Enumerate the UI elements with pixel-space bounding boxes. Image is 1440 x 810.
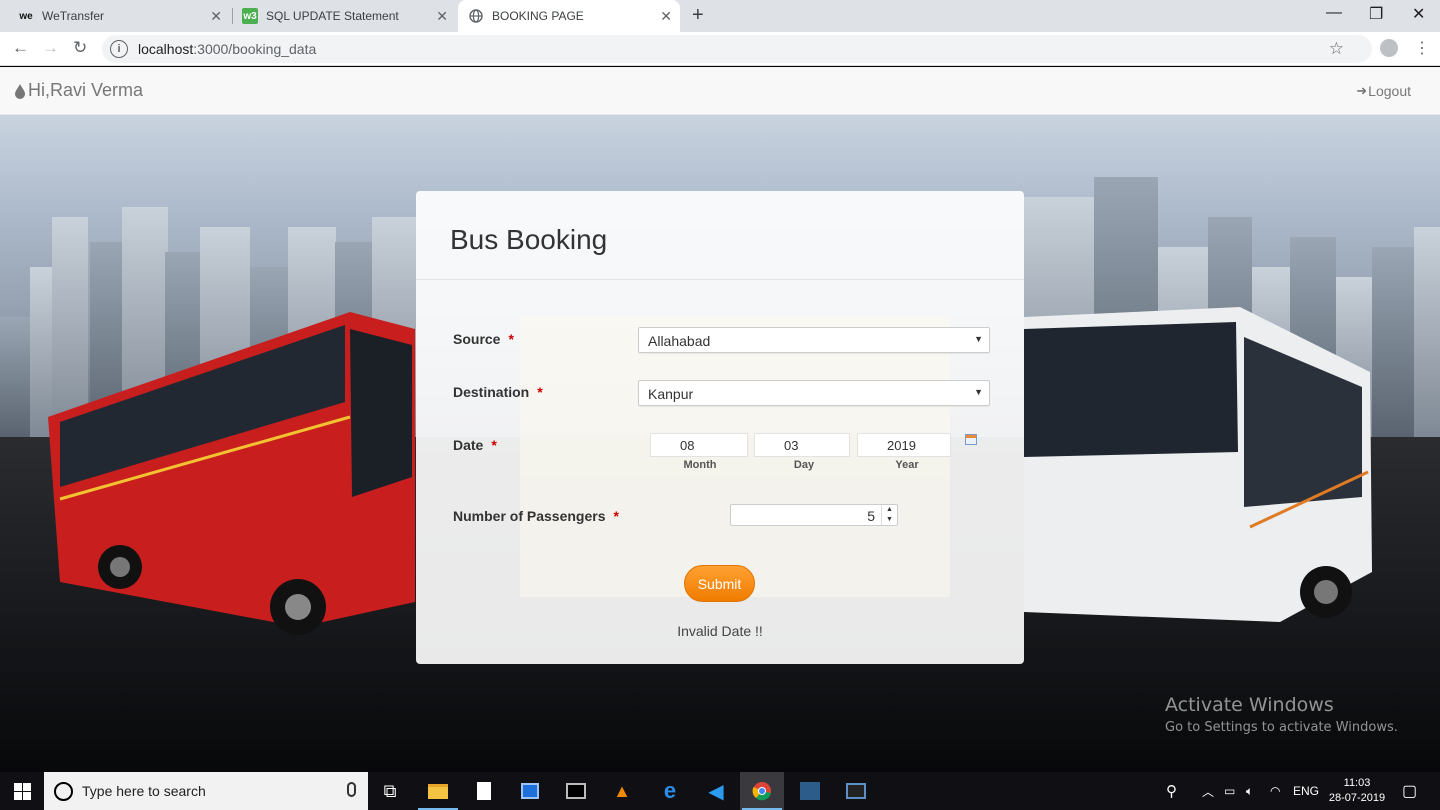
logout-label: Logout [1368, 83, 1411, 99]
form-title: Bus Booking [450, 224, 608, 255]
date-label: Date * [453, 437, 497, 453]
tab-label: BOOKING PAGE [492, 9, 584, 23]
chrome-icon[interactable] [740, 772, 784, 810]
people-icon[interactable]: ⚲ [1166, 772, 1177, 810]
forward-arrow-icon[interactable]: → [42, 38, 59, 58]
spinner-up-icon[interactable]: ▲ [882, 505, 897, 515]
logout-link[interactable]: ➜ Logout [1356, 83, 1411, 99]
close-icon[interactable]: ✕ [660, 8, 672, 25]
log-in-arrow-icon: ➜ [1356, 83, 1368, 98]
watermark-subtitle: Go to Settings to activate Windows. [1165, 720, 1398, 735]
volume-icon[interactable]: 🔈︎ [1246, 772, 1253, 810]
vscode-icon[interactable]: ◀ [694, 772, 738, 810]
tab-label: WeTransfer [42, 9, 105, 23]
required-asterisk: * [613, 508, 619, 524]
source-label: Source * [453, 331, 514, 347]
windows-start-icon[interactable] [14, 783, 31, 800]
month-caption: Month [683, 459, 717, 471]
vlc-icon[interactable]: ▲ [600, 772, 644, 810]
greeting-text: Hi,Ravi Verma [28, 80, 144, 100]
validation-message: Invalid Date !! [677, 623, 763, 639]
dropdown-caret-icon: ▼ [974, 334, 983, 344]
mysql-workbench-icon[interactable] [788, 772, 832, 810]
document-viewer-icon[interactable] [508, 772, 552, 810]
day-caption: Day [793, 459, 815, 471]
tab-booking-page[interactable]: BOOKING PAGE ✕ [458, 0, 680, 32]
destination-selected-value: Kanpur [648, 386, 694, 402]
wetransfer-icon: we [19, 10, 33, 22]
spinner-down-icon[interactable]: ▼ [882, 515, 897, 525]
title-divider [416, 279, 1024, 280]
file-explorer-icon[interactable] [416, 772, 460, 810]
clock-time: 11:03 [1343, 777, 1371, 789]
tab-strip: we WeTransfer ✕ w3 SQL UPDATE Statement … [0, 0, 1440, 32]
info-icon[interactable]: i [110, 40, 128, 58]
browser-toolbar: ← → ↻ i localhost:3000/booking_data ☆ [0, 32, 1440, 66]
user-greeting[interactable]: Hi,Ravi Verma [14, 80, 143, 101]
calendar-icon[interactable] [965, 434, 977, 445]
tab-wetransfer[interactable]: we WeTransfer ✕ [8, 0, 230, 32]
mysql-console-icon[interactable] [834, 772, 878, 810]
source-selected-value: Allahabad [648, 333, 711, 349]
edge-icon[interactable]: e [648, 772, 692, 810]
booking-form-card: Bus Booking Source * Allahabad ▼ Destinat… [416, 191, 1024, 664]
url-path: :3000/booking_data [193, 41, 317, 57]
tab-divider [232, 8, 233, 24]
date-month-input[interactable]: 08 [650, 433, 748, 457]
system-clock[interactable]: 11:03 28-07-2019 [1322, 776, 1392, 806]
date-day-input[interactable]: 03 [754, 433, 850, 457]
required-asterisk: * [537, 384, 543, 400]
passengers-number-input[interactable]: 5 ▲ ▼ [730, 504, 898, 526]
globe-icon [468, 8, 484, 24]
search-placeholder: Type here to search [82, 783, 206, 799]
passengers-label: Number of Passengers * [453, 508, 619, 524]
destination-label: Destination * [453, 384, 543, 400]
number-spinner[interactable]: ▲ ▼ [881, 505, 897, 525]
w3schools-icon: w3 [242, 8, 258, 24]
required-asterisk: * [491, 437, 497, 453]
passengers-value: 5 [867, 508, 875, 524]
page-viewport: Hi,Ravi Verma ➜ Logout Bus Booking Sourc… [0, 67, 1440, 772]
window-close-icon[interactable]: ✕ [1412, 4, 1425, 24]
dropdown-caret-icon: ▼ [974, 387, 983, 397]
destination-select[interactable]: Kanpur ▼ [638, 380, 990, 406]
profile-avatar-icon[interactable] [1380, 39, 1398, 57]
show-hidden-icons-chevron-icon[interactable]: ︿ [1202, 772, 1214, 810]
close-icon[interactable]: ✕ [436, 8, 448, 25]
submit-button[interactable]: Submit [684, 565, 755, 602]
watermark-title: Activate Windows [1165, 694, 1334, 716]
language-indicator[interactable]: ENG [1293, 772, 1319, 810]
task-view-icon[interactable]: ⧉ [368, 772, 412, 810]
reload-icon[interactable]: ↻ [73, 38, 87, 58]
windows-taskbar: Type here to search ⧉ ▲ e ◀ ⚲ ︿ ▭ 🔈︎ ◠ E… [0, 772, 1440, 810]
battery-icon[interactable]: ▭ [1224, 772, 1235, 810]
taskbar-search-box[interactable]: Type here to search [44, 772, 368, 810]
wifi-icon[interactable]: ◠ [1270, 772, 1280, 810]
top-navbar: Hi,Ravi Verma ➜ Logout [0, 67, 1440, 115]
activate-windows-watermark: Activate Windows Go to Settings to activ… [1165, 694, 1398, 735]
date-year-input[interactable]: 2019 [857, 433, 951, 457]
minimize-icon[interactable]: — [1326, 4, 1342, 22]
action-center-icon[interactable]: ▢ [1402, 772, 1417, 810]
tab-sql-update[interactable]: w3 SQL UPDATE Statement ✕ [234, 0, 456, 32]
cortana-icon [54, 781, 73, 801]
terminal-icon[interactable] [554, 772, 598, 810]
back-arrow-icon[interactable]: ← [12, 38, 29, 58]
clock-date: 28-07-2019 [1328, 792, 1386, 804]
notepad-file-icon[interactable] [462, 772, 506, 810]
address-bar[interactable]: i localhost:3000/booking_data ☆ [102, 35, 1372, 63]
close-icon[interactable]: ✕ [210, 8, 222, 25]
browser-menu-icon[interactable]: ⋮ [1414, 38, 1430, 58]
microphone-icon[interactable] [347, 782, 356, 797]
bookmark-star-icon[interactable]: ☆ [1329, 39, 1344, 59]
tint-icon [15, 83, 25, 99]
tab-label: SQL UPDATE Statement [266, 9, 399, 23]
required-asterisk: * [508, 331, 514, 347]
maximize-icon[interactable]: ❐ [1369, 4, 1383, 24]
url-host: localhost [138, 41, 194, 57]
year-caption: Year [895, 459, 919, 471]
new-tab-plus-icon[interactable]: + [692, 4, 704, 27]
source-select[interactable]: Allahabad ▼ [638, 327, 990, 353]
